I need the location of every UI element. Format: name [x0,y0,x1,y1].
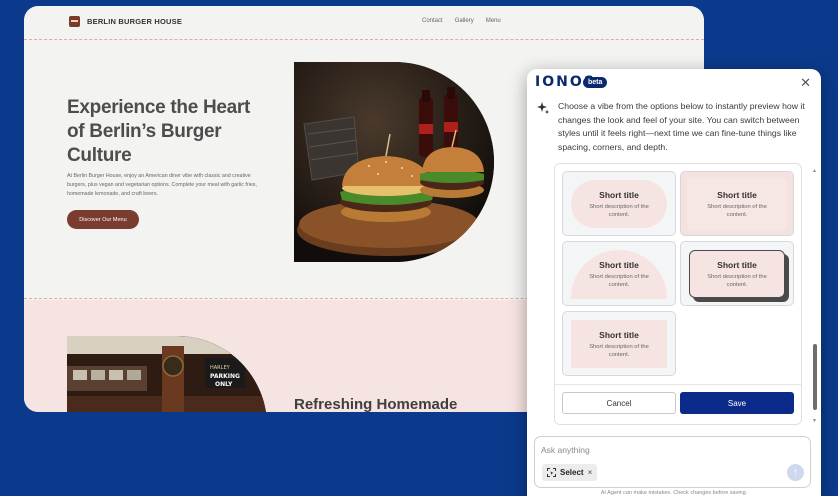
site-header: BERLIN BURGER HOUSE Contact Gallery Menu [24,6,704,40]
send-button[interactable]: ↑ [787,464,804,481]
nav-link-menu[interactable]: Menu [486,18,501,24]
vibe-option-arch[interactable]: Short title Short description of the con… [562,241,676,306]
nav-link-contact[interactable]: Contact [422,18,443,24]
option-title: Short title [599,189,639,200]
parking-sign-text: PARKING [210,373,240,380]
scroll-thumb[interactable] [813,344,817,410]
sparkle-icon [537,102,549,114]
vibe-options: Short title Short description of the con… [554,163,802,425]
ai-agent-panel: IONOS beta ✕ Choose a vibe from the opti… [527,69,821,496]
brand-name: BERLIN BURGER HOUSE [87,17,183,26]
option-description: Short description of the content. [707,203,767,218]
hero-description: At Berlin Burger House, enjoy an America… [67,173,257,197]
discover-menu-button[interactable]: Discover Our Menu [67,210,139,229]
restaurant-interior-image: HARLEY PARKING ONLY [67,336,267,412]
scroll-down-icon[interactable]: ▼ [812,418,817,424]
select-chip[interactable]: Select × [542,464,598,481]
nav-link-gallery[interactable]: Gallery [455,18,474,24]
hero-title: Experience the Heart of Berlin’s Burger … [67,97,251,166]
chip-close-icon[interactable]: × [588,468,593,477]
option-title: Short title [717,259,757,270]
hero-burger-image [294,62,494,262]
site-nav: Contact Gallery Menu [422,18,501,24]
close-icon[interactable]: ✕ [800,75,811,91]
option-description: Short description of the content. [707,273,767,288]
option-description: Short description of the content. [589,203,649,218]
option-description: Short description of the content. [589,274,649,288]
scroll-up-icon[interactable]: ▲ [812,168,817,174]
save-button[interactable]: Save [680,392,794,414]
section-title: Refreshing Homemade [294,396,458,412]
assistant-message: Choose a vibe from the options below to … [558,101,805,152]
burger-logo-icon [69,16,80,27]
cancel-button[interactable]: Cancel [562,392,676,414]
option-title: Short title [599,329,639,340]
option-title: Short title [717,189,757,200]
option-description: Short description of the content. [589,343,649,358]
panel-header: IONOS beta ✕ [527,69,821,97]
brand[interactable]: BERLIN BURGER HOUSE [69,16,182,27]
harley-sign-text: HARLEY [210,365,231,371]
beta-badge: beta [583,77,608,88]
vibe-option-soft[interactable]: Short title Short description of the con… [680,171,794,236]
option-title: Short title [599,260,639,270]
select-label: Select [560,468,584,477]
chat-input-box: Select × ↑ [534,436,811,488]
select-area-icon [547,468,556,477]
vibe-option-bold-shadow[interactable]: Short title Short description of the con… [680,241,794,306]
disclaimer: AI Agent can make mistakes. Check change… [600,490,748,496]
ask-input[interactable] [541,443,781,457]
options-divider [555,384,801,385]
only-sign-text: ONLY [215,381,233,388]
scrollbar[interactable]: ▲ ▼ [812,168,818,424]
vibe-option-rounded[interactable]: Short title Short description of the con… [562,171,676,236]
vibe-option-square[interactable]: Short title Short description of the con… [562,311,676,376]
